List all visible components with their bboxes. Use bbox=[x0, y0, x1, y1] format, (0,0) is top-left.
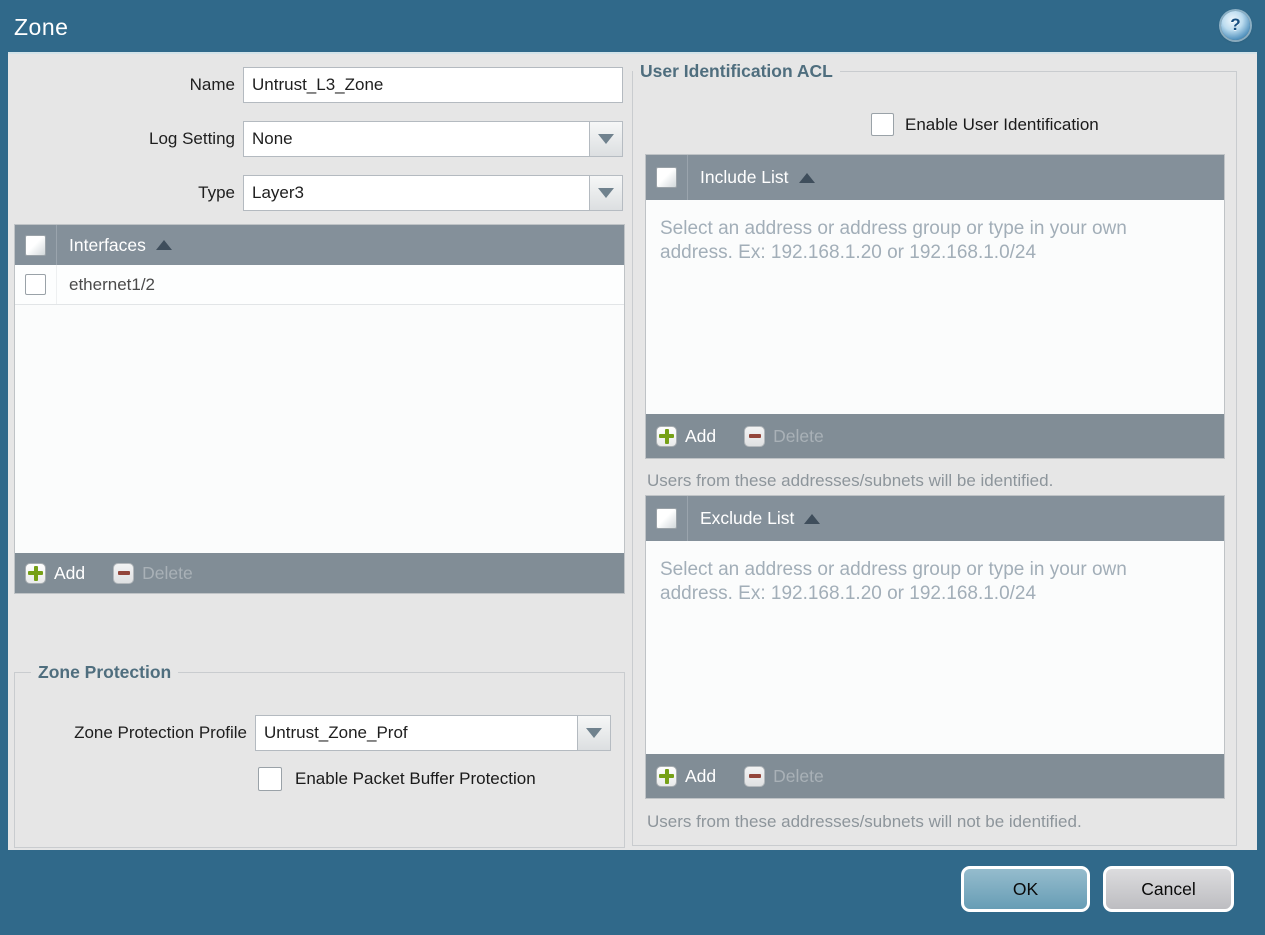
exclude-select-all-checkbox[interactable] bbox=[656, 508, 677, 529]
exclude-header-checkbox-cell bbox=[646, 496, 688, 541]
dialog-body: Name Log Setting Type Interfaces bbox=[8, 52, 1257, 850]
interfaces-table-body: ethernet1/2 bbox=[15, 265, 624, 553]
include-list-footer: Add Delete bbox=[646, 414, 1224, 458]
type-combo bbox=[243, 175, 623, 211]
interfaces-table: Interfaces ethernet1/2 Add Delete bbox=[14, 224, 625, 594]
cancel-button[interactable]: Cancel bbox=[1103, 866, 1234, 912]
minus-icon bbox=[744, 765, 766, 787]
exclude-list-body[interactable]: Select an address or address group or ty… bbox=[646, 541, 1224, 754]
log-setting-dropdown-button[interactable] bbox=[590, 121, 623, 157]
log-setting-label: Log Setting bbox=[148, 129, 235, 148]
exclude-list-footer: Add Delete bbox=[646, 754, 1224, 798]
question-mark-glyph: ? bbox=[1230, 15, 1241, 34]
exclude-list-caption: Users from these addresses/subnets will … bbox=[647, 812, 1082, 831]
add-button-label: Add bbox=[685, 765, 717, 786]
ok-button[interactable]: OK bbox=[961, 866, 1090, 912]
add-button-label: Add bbox=[685, 425, 717, 446]
zone-protection-profile-combo bbox=[255, 715, 611, 751]
delete-button-label: Delete bbox=[773, 765, 824, 786]
zone-protection-profile-input[interactable] bbox=[255, 715, 578, 751]
zone-protection-profile-dropdown-button[interactable] bbox=[578, 715, 611, 751]
include-list-header-label: Include List bbox=[700, 167, 789, 187]
exclude-list-header-label: Exclude List bbox=[700, 508, 795, 528]
delete-button-label: Delete bbox=[142, 562, 193, 583]
include-list-header[interactable]: Include List bbox=[646, 155, 1224, 200]
zone-protection-section: Zone Protection bbox=[14, 662, 625, 848]
interfaces-header-checkbox-cell bbox=[15, 225, 57, 265]
interface-name: ethernet1/2 bbox=[69, 274, 156, 294]
plus-icon bbox=[25, 562, 46, 584]
include-select-all-checkbox[interactable] bbox=[656, 167, 677, 188]
name-input[interactable] bbox=[243, 67, 623, 103]
interfaces-header-label: Interfaces bbox=[69, 234, 146, 255]
sort-asc-icon bbox=[798, 172, 815, 183]
zone-protection-profile-label: Zone Protection Profile bbox=[74, 723, 247, 742]
type-dropdown-button[interactable] bbox=[590, 175, 623, 211]
include-list-body[interactable]: Select an address or address group or ty… bbox=[646, 200, 1224, 414]
sort-asc-icon bbox=[804, 513, 821, 524]
table-row[interactable]: ethernet1/2 bbox=[15, 265, 624, 305]
enable-packet-buffer-protection-checkbox[interactable] bbox=[258, 767, 282, 791]
name-label: Name bbox=[189, 75, 235, 94]
exclude-delete-button[interactable]: Delete bbox=[744, 765, 824, 787]
include-delete-button[interactable]: Delete bbox=[744, 425, 824, 447]
add-interface-button[interactable]: Add bbox=[25, 562, 86, 584]
exclude-add-button[interactable]: Add bbox=[656, 765, 717, 787]
type-input[interactable] bbox=[243, 175, 590, 211]
user-id-acl-legend: User Identification ACL bbox=[640, 61, 833, 81]
row-checkbox-cell bbox=[15, 265, 57, 304]
exclude-list-header[interactable]: Exclude List bbox=[646, 496, 1224, 541]
include-add-button[interactable]: Add bbox=[656, 425, 717, 447]
include-list-placeholder: Select an address or address group or ty… bbox=[660, 218, 1127, 264]
interfaces-table-header[interactable]: Interfaces bbox=[15, 225, 624, 265]
minus-icon bbox=[113, 562, 135, 584]
log-setting-combo bbox=[243, 121, 623, 157]
log-setting-input[interactable] bbox=[243, 121, 590, 157]
plus-icon bbox=[656, 765, 677, 787]
include-list-table: Include List Select an address or addres… bbox=[645, 154, 1225, 459]
chevron-down-icon bbox=[586, 728, 602, 738]
interfaces-table-footer: Add Delete bbox=[15, 553, 624, 593]
exclude-list-table: Exclude List Select an address or addres… bbox=[645, 495, 1225, 799]
delete-interface-button[interactable]: Delete bbox=[113, 562, 193, 584]
sort-asc-icon bbox=[155, 240, 172, 250]
help-icon[interactable]: ? bbox=[1221, 11, 1250, 40]
interfaces-select-all-checkbox[interactable] bbox=[25, 234, 46, 256]
add-button-label: Add bbox=[54, 562, 86, 583]
zone-dialog-screen: Zone ? Name Log Setting Type bbox=[0, 0, 1265, 935]
enable-user-identification-checkbox[interactable] bbox=[871, 113, 894, 136]
row-checkbox[interactable] bbox=[25, 274, 46, 295]
zone-protection-legend: Zone Protection bbox=[38, 662, 172, 682]
enable-packet-buffer-protection-label: Enable Packet Buffer Protection bbox=[295, 769, 536, 788]
enable-user-identification-label: Enable User Identification bbox=[905, 115, 1099, 134]
exclude-list-placeholder: Select an address or address group or ty… bbox=[660, 559, 1127, 605]
chevron-down-icon bbox=[598, 134, 614, 144]
dialog-title: Zone bbox=[14, 14, 69, 40]
include-header-checkbox-cell bbox=[646, 155, 688, 200]
include-list-caption: Users from these addresses/subnets will … bbox=[647, 471, 1054, 490]
chevron-down-icon bbox=[598, 188, 614, 198]
type-label: Type bbox=[198, 183, 235, 202]
delete-button-label: Delete bbox=[773, 425, 824, 446]
minus-icon bbox=[744, 425, 766, 447]
plus-icon bbox=[656, 425, 677, 447]
